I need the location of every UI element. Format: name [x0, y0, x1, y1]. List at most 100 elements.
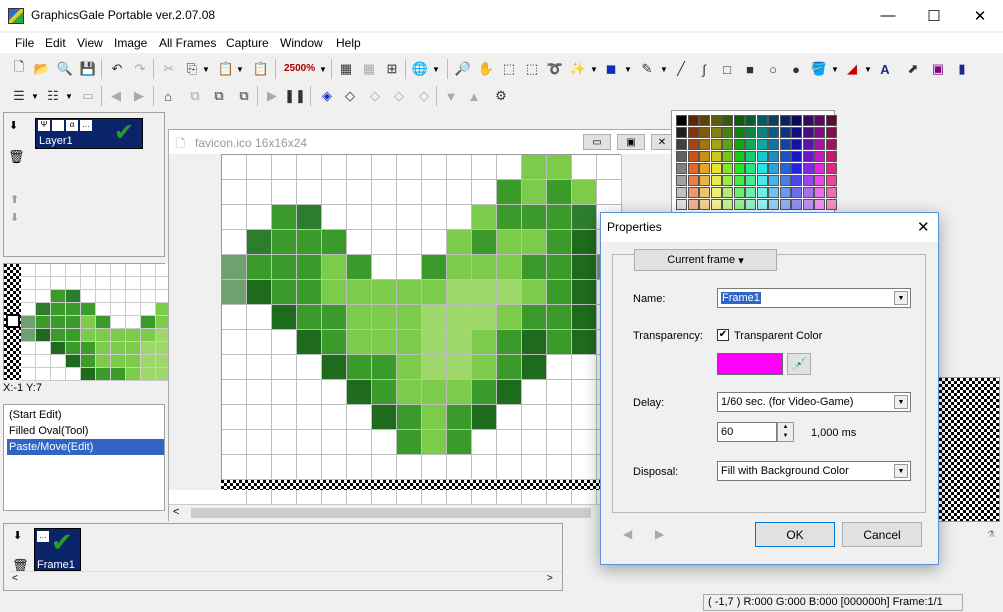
pixel-cell[interactable] — [247, 405, 272, 430]
palette-swatch[interactable] — [825, 199, 837, 210]
pixel-cell[interactable] — [272, 380, 297, 405]
palette-swatch[interactable] — [699, 199, 710, 210]
palette-swatch[interactable] — [825, 163, 837, 174]
pixel-cell[interactable] — [522, 330, 547, 355]
pixel-cell[interactable] — [597, 155, 622, 180]
pixel-cell[interactable] — [472, 380, 497, 405]
pixel-cell[interactable] — [347, 380, 372, 405]
palette-swatch[interactable] — [733, 175, 745, 186]
pixel-cell[interactable] — [472, 205, 497, 230]
line-icon[interactable]: ╱ — [672, 60, 690, 78]
magic-wand-icon[interactable]: ✨ — [569, 60, 587, 78]
palette-swatch[interactable] — [768, 127, 779, 138]
palette-swatch[interactable] — [710, 115, 722, 126]
pixel-cell[interactable] — [322, 155, 347, 180]
pixel-cell[interactable] — [497, 305, 522, 330]
menu-help[interactable]: Help — [336, 36, 361, 50]
pixel-cell[interactable] — [347, 355, 372, 380]
palette-swatch[interactable] — [687, 163, 699, 174]
palette-swatch[interactable] — [756, 151, 768, 162]
ok-button[interactable]: OK — [755, 522, 835, 547]
palette-swatch[interactable] — [745, 115, 756, 126]
select-shape-icon[interactable]: ◼ — [602, 60, 620, 78]
palette-swatch[interactable] — [791, 163, 802, 174]
spray-icon[interactable]: ▮ — [953, 60, 971, 78]
name-dropdown-icon[interactable]: ▼ — [894, 291, 908, 305]
pixel-cell[interactable] — [372, 430, 397, 455]
magnifier-icon[interactable]: 🔎 — [454, 60, 472, 78]
frame-down-icon[interactable]: ⬇ — [13, 529, 22, 542]
pixel-cell[interactable] — [472, 355, 497, 380]
palette-swatch[interactable] — [779, 163, 791, 174]
pixel-cell[interactable] — [447, 405, 472, 430]
menu-window[interactable]: Window — [280, 36, 323, 50]
pixel-cell[interactable] — [397, 380, 422, 405]
pixel-cell[interactable] — [347, 280, 372, 305]
pixel-cell[interactable] — [272, 155, 297, 180]
pixel-cell[interactable] — [397, 230, 422, 255]
pixel-cell[interactable] — [372, 155, 397, 180]
pixel-cell[interactable] — [372, 405, 397, 430]
doc-minimize-button[interactable]: ▭ — [583, 134, 611, 150]
pixel-cell[interactable] — [222, 255, 247, 280]
palette-swatch[interactable] — [710, 175, 722, 186]
canvas-scrollbar[interactable]: < — [169, 504, 672, 521]
palette-swatch[interactable] — [814, 127, 825, 138]
pixel-cell[interactable] — [222, 330, 247, 355]
pixel-cell[interactable] — [472, 305, 497, 330]
palette-swatch[interactable] — [756, 175, 768, 186]
pixel-cell[interactable] — [447, 205, 472, 230]
current-frame-button[interactable]: Current frame ▾ — [634, 249, 777, 271]
pixel-cell[interactable] — [447, 155, 472, 180]
pixel-cell[interactable] — [372, 330, 397, 355]
pixel-cell[interactable] — [322, 280, 347, 305]
palette-swatch[interactable] — [814, 187, 825, 198]
palette-swatch[interactable] — [791, 115, 802, 126]
layer-more-icon[interactable]: … — [80, 120, 92, 131]
palette-swatch[interactable] — [791, 175, 802, 186]
palette-swatch[interactable] — [733, 187, 745, 198]
palette-swatch[interactable] — [825, 127, 837, 138]
pixel-cell[interactable] — [572, 180, 597, 205]
pixel-cell[interactable] — [272, 430, 297, 455]
text-tool-icon[interactable]: A — [876, 60, 894, 78]
pixel-cell[interactable] — [247, 180, 272, 205]
pixel-cell[interactable] — [397, 280, 422, 305]
layer-alpha-icon[interactable]: α — [66, 120, 78, 131]
pixel-cell[interactable] — [447, 330, 472, 355]
pixel-cell[interactable] — [422, 155, 447, 180]
palette-swatch[interactable] — [802, 139, 814, 150]
pixel-cell[interactable] — [247, 155, 272, 180]
delay-select[interactable]: 1/60 sec. (for Video-Game) ▼ — [717, 392, 911, 412]
pixel-cell[interactable] — [572, 455, 597, 480]
pixel-cell[interactable] — [597, 180, 622, 205]
eyedropper-icon[interactable]: ⬈ — [904, 60, 922, 78]
palette-swatch[interactable] — [687, 187, 699, 198]
palette-swatch[interactable] — [802, 187, 814, 198]
layer-item[interactable]: Ψ α … Layer1 ✔ — [35, 118, 143, 149]
pixel-cell[interactable] — [347, 305, 372, 330]
pixel-cell[interactable] — [522, 455, 547, 480]
palette-swatch[interactable] — [710, 139, 722, 150]
pixel-cell[interactable] — [272, 230, 297, 255]
menu-view[interactable]: View — [77, 36, 103, 50]
pixel-cell[interactable] — [447, 455, 472, 480]
pixel-cell[interactable] — [272, 405, 297, 430]
pixel-cell[interactable] — [547, 455, 572, 480]
pixel-cell[interactable] — [247, 255, 272, 280]
palette-swatch[interactable] — [733, 139, 745, 150]
palette-swatch[interactable] — [745, 175, 756, 186]
palette-swatch[interactable] — [687, 115, 699, 126]
palette-swatch[interactable] — [676, 199, 687, 210]
palette-swatch[interactable] — [710, 151, 722, 162]
pixel-cell[interactable] — [422, 405, 447, 430]
pixel-cell[interactable] — [347, 405, 372, 430]
pixel-cell[interactable] — [472, 230, 497, 255]
pixel-cell[interactable] — [272, 330, 297, 355]
palette-swatch[interactable] — [722, 115, 733, 126]
pixel-cell[interactable] — [347, 255, 372, 280]
frame-scrollbar[interactable]: < > — [10, 571, 562, 588]
color-palette[interactable] — [671, 110, 837, 214]
pixel-cell[interactable] — [547, 180, 572, 205]
pixel-cell[interactable] — [522, 255, 547, 280]
